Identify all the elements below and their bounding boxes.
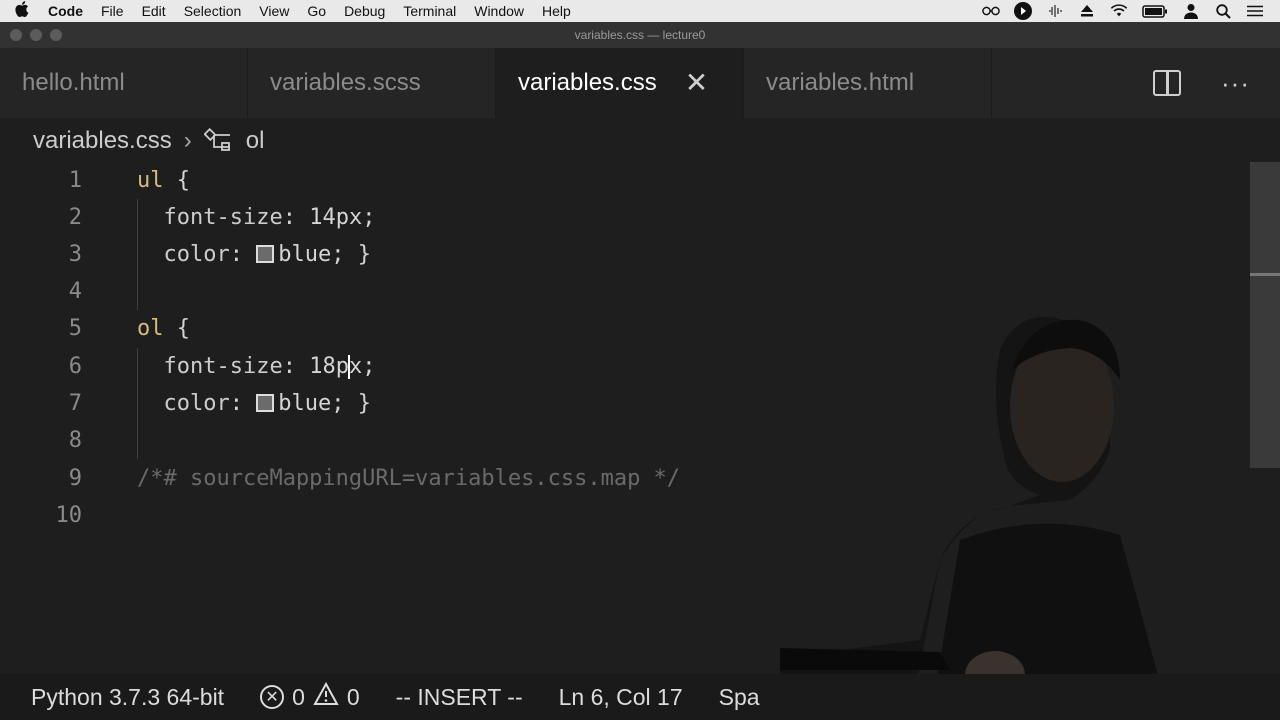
menu-bar-status-area bbox=[982, 2, 1280, 20]
status-bar: Python 3.7.3 64-bit ✕ 0 0 -- INSERT -- L… bbox=[0, 674, 1280, 720]
user-icon[interactable] bbox=[1182, 2, 1200, 20]
problems-indicator[interactable]: ✕ 0 0 bbox=[260, 681, 360, 712]
line-number: 8 bbox=[68, 428, 82, 453]
line-number: 2 bbox=[68, 205, 82, 230]
cursor-position[interactable]: Ln 6, Col 17 bbox=[559, 684, 683, 711]
more-actions-icon[interactable]: ··· bbox=[1221, 68, 1250, 99]
search-icon[interactable] bbox=[1214, 2, 1232, 20]
presenter-video-overlay bbox=[780, 310, 1280, 720]
css-comment: /*# sourceMappingURL=variables.css.map *… bbox=[137, 466, 681, 491]
tab-label: hello.html bbox=[22, 69, 125, 96]
menu-terminal[interactable]: Terminal bbox=[394, 0, 465, 22]
css-property: font-size bbox=[163, 354, 283, 379]
menu-view[interactable]: View bbox=[250, 0, 298, 22]
code-line[interactable]: 1 ul { bbox=[0, 162, 190, 199]
scrollbar-cursor-marker bbox=[1250, 273, 1280, 276]
play-circle-icon[interactable] bbox=[1014, 2, 1032, 20]
window-title-bar: variables.css — lecture0 bbox=[0, 22, 1280, 48]
code-line[interactable]: 9 /*# sourceMappingURL=variables.css.map… bbox=[0, 460, 680, 497]
breadcrumb: variables.css › ol bbox=[33, 124, 264, 158]
css-value: 18p bbox=[295, 354, 349, 379]
line-number: 5 bbox=[68, 316, 82, 341]
color-swatch[interactable] bbox=[256, 394, 275, 412]
code-line[interactable]: 7 color: blue; } bbox=[0, 385, 371, 422]
menu-edit[interactable]: Edit bbox=[133, 0, 175, 22]
tab-label: variables.scss bbox=[270, 69, 421, 96]
chevron-right-icon: › bbox=[183, 127, 192, 154]
glasses-icon[interactable] bbox=[982, 2, 1000, 20]
css-value: x; bbox=[348, 354, 376, 379]
tab-hello-html[interactable]: hello.html bbox=[0, 48, 248, 118]
breadcrumb-file[interactable]: variables.css bbox=[33, 127, 172, 155]
color-swatch[interactable] bbox=[256, 245, 275, 263]
tab-label: variables.css bbox=[518, 69, 657, 96]
css-value: 14px; bbox=[295, 205, 376, 230]
css-value: blue; } bbox=[278, 242, 371, 267]
line-number: 9 bbox=[68, 466, 82, 491]
python-interpreter[interactable]: Python 3.7.3 64-bit bbox=[31, 684, 224, 711]
css-selector: ul bbox=[137, 168, 164, 193]
tab-variables-html[interactable]: variables.html bbox=[744, 48, 992, 118]
css-property: color bbox=[163, 242, 230, 267]
split-editor-icon[interactable] bbox=[1153, 70, 1182, 96]
code-text: { bbox=[163, 168, 190, 193]
code-line[interactable]: 4 bbox=[0, 273, 82, 310]
code-line[interactable]: 5 ol { bbox=[0, 310, 190, 347]
code-line[interactable]: 2 font-size: 14px; bbox=[0, 199, 376, 236]
editor-tab-bar: hello.html variables.scss variables.css … bbox=[0, 48, 1280, 118]
tab-variables-css[interactable]: variables.css ✕ bbox=[496, 48, 744, 118]
code-line[interactable]: 10 bbox=[0, 497, 83, 534]
css-property: font-size bbox=[163, 205, 283, 230]
editor-actions: ··· bbox=[1153, 48, 1280, 118]
css-selector: ol bbox=[137, 316, 164, 341]
error-count: 0 bbox=[292, 683, 305, 710]
code-line[interactable]: 8 bbox=[0, 422, 82, 459]
line-number: 6 bbox=[68, 354, 82, 379]
eject-icon[interactable] bbox=[1078, 2, 1096, 20]
css-value: blue; } bbox=[278, 391, 371, 416]
audio-icon[interactable] bbox=[1046, 2, 1064, 20]
indentation[interactable]: Spa bbox=[719, 684, 760, 711]
line-number: 7 bbox=[68, 391, 82, 416]
breadcrumb-symbol[interactable]: ol bbox=[246, 127, 265, 155]
css-property: color bbox=[163, 391, 230, 416]
warning-count: 0 bbox=[346, 683, 360, 710]
apple-logo-icon[interactable] bbox=[0, 1, 44, 21]
line-number: 4 bbox=[68, 279, 82, 304]
menu-app-code[interactable]: Code bbox=[44, 0, 92, 22]
menu-window[interactable]: Window bbox=[465, 0, 533, 22]
line-number: 1 bbox=[68, 168, 82, 193]
tab-label: variables.html bbox=[766, 69, 915, 96]
vim-mode: -- INSERT -- bbox=[395, 683, 523, 710]
wifi-icon[interactable] bbox=[1110, 2, 1128, 20]
error-icon: ✕ bbox=[260, 685, 285, 709]
battery-icon[interactable] bbox=[1142, 2, 1168, 20]
list-icon[interactable] bbox=[1246, 2, 1264, 20]
line-number: 3 bbox=[68, 242, 82, 267]
menu-go[interactable]: Go bbox=[298, 0, 335, 22]
menu-debug[interactable]: Debug bbox=[335, 0, 394, 22]
tab-variables-scss[interactable]: variables.scss bbox=[248, 48, 496, 118]
window-title: variables.css — lecture0 bbox=[574, 28, 706, 42]
code-line[interactable]: 6 font-size: 18px; bbox=[0, 348, 375, 385]
code-text: { bbox=[163, 316, 190, 341]
close-icon[interactable]: ✕ bbox=[685, 69, 708, 97]
menu-help[interactable]: Help bbox=[533, 0, 580, 22]
line-number: 10 bbox=[55, 503, 83, 528]
menu-bar: Code File Edit Selection View Go Debug T… bbox=[0, 0, 1280, 22]
menu-file[interactable]: File bbox=[92, 0, 133, 22]
menu-selection[interactable]: Selection bbox=[175, 0, 251, 22]
code-line[interactable]: 3 color: blue; } bbox=[0, 236, 371, 273]
symbol-structure-icon bbox=[203, 128, 234, 154]
warning-icon bbox=[313, 681, 339, 712]
